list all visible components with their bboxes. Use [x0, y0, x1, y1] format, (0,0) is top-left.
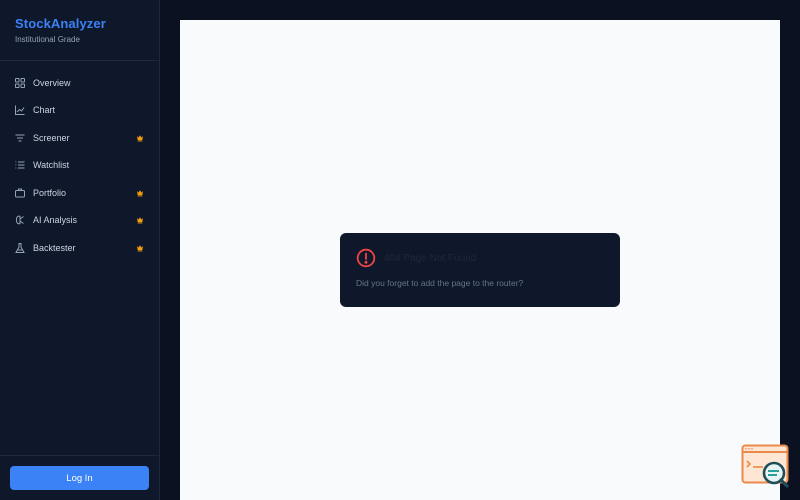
grid-icon [15, 77, 25, 88]
login-button[interactable]: Log In [10, 466, 149, 490]
sidebar-item-label: Overview [33, 77, 71, 88]
line-chart-icon [15, 105, 25, 116]
browser-search-icon [741, 444, 789, 488]
sidebar-item-watchlist[interactable]: Watchlist [0, 152, 159, 180]
brand-subtitle: Institutional Grade [15, 35, 80, 44]
sidebar-item-chart[interactable]: Chart [0, 97, 159, 125]
briefcase-icon [15, 188, 25, 198]
brain-icon [15, 215, 25, 225]
crown-icon [136, 216, 144, 224]
error-card: 404 Page Not Found Did you forget to add… [340, 233, 620, 307]
sidebar-item-label: Backtester [33, 242, 76, 253]
crown-icon [136, 134, 144, 142]
sidebar-item-screener[interactable]: Screener [0, 124, 159, 152]
sidebar-nav: Overview Chart Screener Watchlist Portfo… [0, 61, 159, 262]
sidebar-item-label: AI Analysis [33, 215, 78, 226]
sidebar-item-ai-analysis[interactable]: AI Analysis [0, 207, 159, 235]
sidebar-item-label: Watchlist [33, 160, 70, 171]
error-title: 404 Page Not Found [384, 252, 477, 264]
sidebar: StockAnalyzer Institutional Grade Overvi… [0, 0, 160, 500]
brand-title[interactable]: StockAnalyzer [15, 16, 144, 32]
error-header: 404 Page Not Found [356, 247, 604, 269]
error-message: Did you forget to add the page to the ro… [356, 278, 524, 288]
brand: StockAnalyzer Institutional Grade [0, 0, 159, 61]
sidebar-item-backtester[interactable]: Backtester [0, 234, 159, 262]
main-content: 404 Page Not Found Did you forget to add… [180, 20, 780, 500]
sidebar-item-label: Portfolio [33, 187, 67, 198]
filter-icon [15, 133, 25, 143]
alert-circle-icon [356, 248, 376, 268]
sidebar-footer: Log In [0, 455, 160, 500]
list-icon [15, 160, 25, 170]
sidebar-item-portfolio[interactable]: Portfolio [0, 179, 159, 207]
crown-icon [136, 189, 144, 197]
debug-inspector-button[interactable] [741, 444, 791, 488]
sidebar-item-label: Screener [33, 132, 70, 143]
sidebar-item-label: Chart [33, 105, 56, 116]
flask-icon [15, 242, 25, 253]
crown-icon [136, 244, 144, 252]
sidebar-item-overview[interactable]: Overview [0, 69, 159, 97]
